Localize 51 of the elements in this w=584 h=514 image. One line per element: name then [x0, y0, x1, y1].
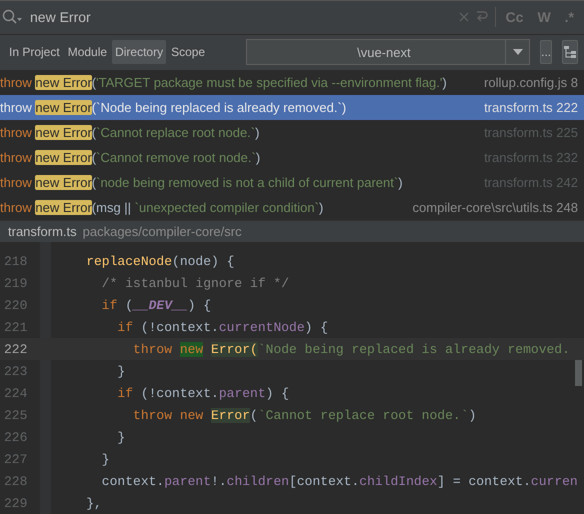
- result-location: rollup.config.js 8: [484, 74, 578, 90]
- line-number: 228: [3, 474, 28, 488]
- code-line: if (!context.currentNode) {: [116, 320, 328, 334]
- result-text: throw new Error(`Cannot replace root node.`): [0, 124, 260, 140]
- result-row[interactable]: throw new Error(msg || `unexpected compiler condition`) compiler-core\src\utils.ts 248: [0, 194, 584, 220]
- scope-tab[interactable]: In Project: [6, 40, 63, 64]
- line-number: 227: [3, 452, 28, 466]
- code-line: /* istanbul ignore if */: [100, 276, 290, 290]
- close-icon[interactable]: [458, 12, 469, 22]
- line-number: 225: [3, 408, 28, 422]
- code-line: throw new Error(`Node being replaced is already removed.: [132, 342, 570, 356]
- scrollbar-thumb[interactable]: [575, 360, 582, 386]
- result-row[interactable]: throw new Error(`Node being replaced is already removed.`) transform.ts 222: [0, 94, 584, 120]
- result-text: throw new Error(`Node being replaced is already removed.`): [0, 100, 346, 115]
- tree-icon: [563, 45, 578, 60]
- code-line: throw new Error(`Cannot replace root node.`): [132, 408, 476, 422]
- recursive-button[interactable]: [562, 40, 578, 64]
- result-row[interactable]: throw new Error('TARGET package must be specified via --environment flag.') rollup.config.js 8: [0, 70, 584, 95]
- search-icon[interactable]: [2, 9, 24, 26]
- line-number: 222: [3, 342, 28, 356]
- code-line: }: [100, 452, 110, 466]
- code-line: if (__DEV__) {: [100, 298, 212, 312]
- result-location: compiler-core\src\utils.ts 248: [412, 200, 578, 215]
- line-number: 223: [3, 364, 28, 378]
- code-line: },: [85, 496, 102, 510]
- code-line: }: [116, 364, 126, 378]
- line-number: 226: [3, 430, 28, 444]
- result-text: throw new Error(`node being removed is not a child of current parent`): [0, 174, 403, 190]
- line-number: 220: [3, 298, 28, 312]
- result-location: transform.ts 222: [484, 100, 578, 115]
- scope-tab[interactable]: Module: [64, 40, 110, 64]
- line-number: 219: [3, 276, 28, 290]
- directory-field[interactable]: \vue-next: [247, 44, 506, 60]
- line-number: 221: [3, 320, 28, 334]
- result-text: throw new Error(`Cannot remove root node.`): [0, 150, 260, 165]
- line-number: 224: [3, 386, 28, 400]
- file-path: packages/compiler-core/src: [82, 224, 242, 239]
- scope-tab[interactable]: Scope: [168, 40, 208, 64]
- code-line: replaceNode(node) {: [85, 254, 234, 268]
- scope-tab[interactable]: Directory: [112, 40, 166, 64]
- line-number: 229: [3, 496, 28, 510]
- caret-icon: [512, 49, 523, 56]
- file-name: transform.ts: [8, 224, 77, 239]
- code-line: context.parent!.children[context.childIndex] = context.curren: [100, 474, 578, 488]
- result-text: throw new Error('TARGET package must be specified via --environment flag.'): [0, 74, 447, 90]
- code-line: }: [116, 430, 126, 444]
- browse-button[interactable]: ...: [540, 40, 552, 64]
- directory-combo[interactable]: \vue-next: [246, 39, 530, 66]
- line-number: 218: [3, 254, 28, 268]
- code-line: if (!context.parent) {: [116, 386, 290, 400]
- result-text: throw new Error(msg || `unexpected compiler condition`): [0, 200, 324, 215]
